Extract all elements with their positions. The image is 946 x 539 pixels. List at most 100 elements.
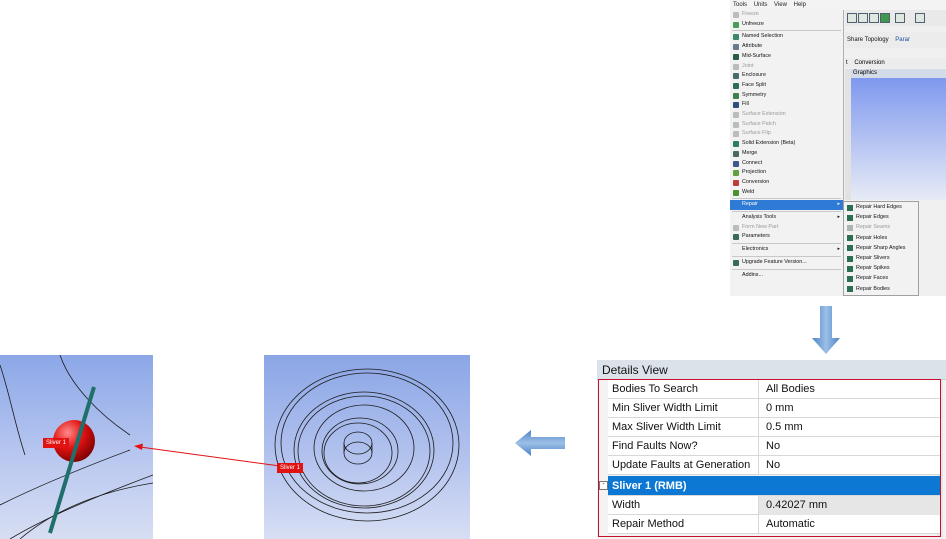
menu-item-freeze[interactable]: Freeze bbox=[730, 10, 843, 20]
menu-tools[interactable]: Tools bbox=[733, 2, 747, 8]
menu-item-mid-surface[interactable]: Mid-Surface bbox=[730, 52, 843, 62]
toolbar-icon-3[interactable] bbox=[869, 13, 879, 23]
menu-item-attribute[interactable]: Attribute bbox=[730, 42, 843, 52]
detail-row-repair-method[interactable]: Repair Method Automatic bbox=[608, 515, 940, 534]
submenu-item-repair-bodies[interactable]: Repair Bodies bbox=[844, 285, 920, 294]
menu-item-conversion[interactable]: Conversion bbox=[730, 178, 843, 188]
detail-value[interactable]: No bbox=[766, 437, 780, 456]
menu-view[interactable]: View bbox=[774, 2, 787, 8]
menu-item-form-new-part[interactable]: Form New Part bbox=[730, 223, 843, 233]
detail-value[interactable]: No bbox=[766, 456, 780, 475]
detail-key: Min Sliver Width Limit bbox=[612, 399, 759, 418]
face-split-icon bbox=[733, 82, 739, 89]
submenu-item-repair-edges[interactable]: Repair Edges bbox=[844, 213, 920, 222]
menu-item-solid-extension-beta[interactable]: Solid Extension (Beta) bbox=[730, 139, 843, 149]
menu-item-fill[interactable]: Fill bbox=[730, 100, 843, 110]
submenu-item-repair-sharp-angles[interactable]: Repair Sharp Angles bbox=[844, 244, 920, 253]
toolbar-icon-4[interactable] bbox=[880, 13, 890, 23]
menu-units[interactable]: Units bbox=[754, 2, 768, 8]
menu-item-weld[interactable]: Weld bbox=[730, 188, 843, 198]
detail-value[interactable]: 0.5 mm bbox=[766, 418, 803, 437]
menu-item-label: Electronics bbox=[742, 246, 769, 253]
menu-item-enclosure[interactable]: Enclosure bbox=[730, 71, 843, 81]
menu-item-label: Analysis Tools bbox=[742, 214, 777, 220]
menu-item-surface-patch[interactable]: Surface Patch bbox=[730, 120, 843, 130]
submenu-item-repair-holes[interactable]: Repair Holes bbox=[844, 234, 920, 243]
disk-model-drawing bbox=[274, 368, 460, 522]
menu-separator bbox=[732, 243, 841, 245]
graphics-viewport[interactable] bbox=[851, 78, 946, 200]
repair-submenu: Repair Hard Edges Repair Edges Repair Seam… bbox=[843, 201, 919, 296]
menu-item-label: Enclosure bbox=[742, 72, 766, 79]
menu-item-face-split[interactable]: Face Split bbox=[730, 81, 843, 91]
collapse-toggle[interactable]: - bbox=[599, 481, 608, 490]
menu-item-merge[interactable]: Merge bbox=[730, 149, 843, 159]
menu-item-upgrade-feature-version[interactable]: Upgrade Feature Version... bbox=[730, 258, 843, 268]
attribute-icon bbox=[733, 44, 739, 51]
menu-item-surface-flip[interactable]: Surface Flip bbox=[730, 129, 843, 139]
submenu-item-repair-hard-edges[interactable]: Repair Hard Edges bbox=[844, 203, 920, 212]
parameters-button[interactable]: Parar bbox=[895, 37, 910, 43]
model-viewport-full[interactable]: Sliver 1 bbox=[264, 355, 470, 539]
detail-key: Bodies To Search bbox=[612, 380, 759, 399]
submenu-item-repair-seams[interactable]: Repair Seams bbox=[844, 223, 920, 232]
menu-item-label: Solid Extension (Beta) bbox=[742, 140, 796, 147]
menu-item-symmetry[interactable]: Symmetry bbox=[730, 91, 843, 101]
conversion-icon bbox=[733, 179, 739, 186]
submenu-item-repair-spikes[interactable]: Repair Spikes bbox=[844, 264, 920, 273]
submenu-item-repair-slivers[interactable]: Repair Slivers bbox=[844, 254, 920, 263]
repair-holes-icon bbox=[847, 235, 853, 242]
toolbar-icon-6[interactable] bbox=[915, 13, 925, 23]
toolbar-icon-2[interactable] bbox=[858, 13, 868, 23]
detail-row-update-faults[interactable]: Update Faults at Generation No bbox=[608, 456, 940, 475]
detail-row-min-sliver-width[interactable]: Min Sliver Width Limit 0 mm bbox=[608, 399, 940, 418]
menu-item-repair[interactable]: Repair ▸ bbox=[730, 200, 843, 210]
detail-row-width[interactable]: Width 0.42027 mm bbox=[608, 496, 940, 515]
menu-item-unfreeze[interactable]: Unfreeze bbox=[730, 20, 843, 30]
detail-value[interactable]: Automatic bbox=[766, 515, 815, 534]
menu-item-parameters[interactable]: Parameters bbox=[730, 232, 843, 242]
toolbar-icon-1[interactable] bbox=[847, 13, 857, 23]
menu-item-addins[interactable]: Addins... bbox=[730, 271, 843, 281]
menu-item-label: Upgrade Feature Version... bbox=[742, 258, 807, 265]
tab-conversion[interactable]: Conversion bbox=[854, 60, 884, 66]
submenu-item-repair-faces[interactable]: Repair Faces bbox=[844, 274, 920, 283]
menu-item-label: Surface Patch bbox=[742, 120, 776, 127]
menu-item-label: Addins... bbox=[742, 271, 763, 278]
menu-item-surface-extension[interactable]: Surface Extension bbox=[730, 110, 843, 120]
tab-partial[interactable]: t bbox=[846, 60, 848, 66]
toolbar-icon-5[interactable] bbox=[895, 13, 905, 23]
detail-value[interactable]: All Bodies bbox=[766, 380, 815, 399]
share-topology-button[interactable]: Share Topology bbox=[847, 37, 889, 43]
detail-value[interactable]: 0 mm bbox=[766, 399, 794, 418]
menu-item-electronics[interactable]: Electronics ▸ bbox=[730, 245, 843, 255]
menu-item-connect[interactable]: Connect bbox=[730, 159, 843, 169]
surface-flip-icon bbox=[733, 131, 739, 138]
detail-value[interactable]: 0.42027 mm bbox=[766, 496, 827, 515]
menu-item-label: Mid-Surface bbox=[742, 52, 772, 59]
repair-seams-icon bbox=[847, 224, 853, 231]
menu-item-projection[interactable]: Projection bbox=[730, 168, 843, 178]
menubar: Tools Units View Help bbox=[730, 0, 946, 10]
sliver-face bbox=[48, 386, 96, 534]
repair-sharp-angles-icon bbox=[847, 245, 853, 252]
menu-item-named-selection[interactable]: Named Selection bbox=[730, 32, 843, 42]
sliver-tag[interactable]: Sliver 1 bbox=[43, 438, 70, 448]
solid-extension-icon bbox=[733, 141, 739, 148]
menu-item-joint[interactable]: Joint bbox=[730, 62, 843, 72]
submenu-item-label: Repair Seams bbox=[856, 224, 891, 231]
detail-key: Repair Method bbox=[612, 515, 759, 534]
tab-graphics[interactable]: Graphics bbox=[851, 69, 946, 78]
submenu-item-label: Repair Sharp Angles bbox=[856, 244, 906, 251]
detail-row-bodies-to-search[interactable]: Bodies To Search All Bodies bbox=[608, 380, 940, 399]
menu-item-analysis-tools[interactable]: Analysis Tools ▸ bbox=[730, 213, 843, 223]
menu-help[interactable]: Help bbox=[794, 2, 806, 8]
detail-group-sliver[interactable]: Sliver 1 (RMB) bbox=[608, 476, 940, 496]
menu-item-label: Connect bbox=[742, 159, 763, 166]
detail-row-max-sliver-width[interactable]: Max Sliver Width Limit 0.5 mm bbox=[608, 418, 940, 437]
submenu-arrow-icon: ▸ bbox=[837, 214, 840, 220]
detail-row-find-faults-now[interactable]: Find Faults Now? No bbox=[608, 437, 940, 456]
menu-item-label: Joint bbox=[742, 62, 754, 69]
menu-screenshot: Tools Units View Help Share Topology Par… bbox=[730, 0, 946, 296]
leader-arrow-icon bbox=[134, 443, 281, 467]
